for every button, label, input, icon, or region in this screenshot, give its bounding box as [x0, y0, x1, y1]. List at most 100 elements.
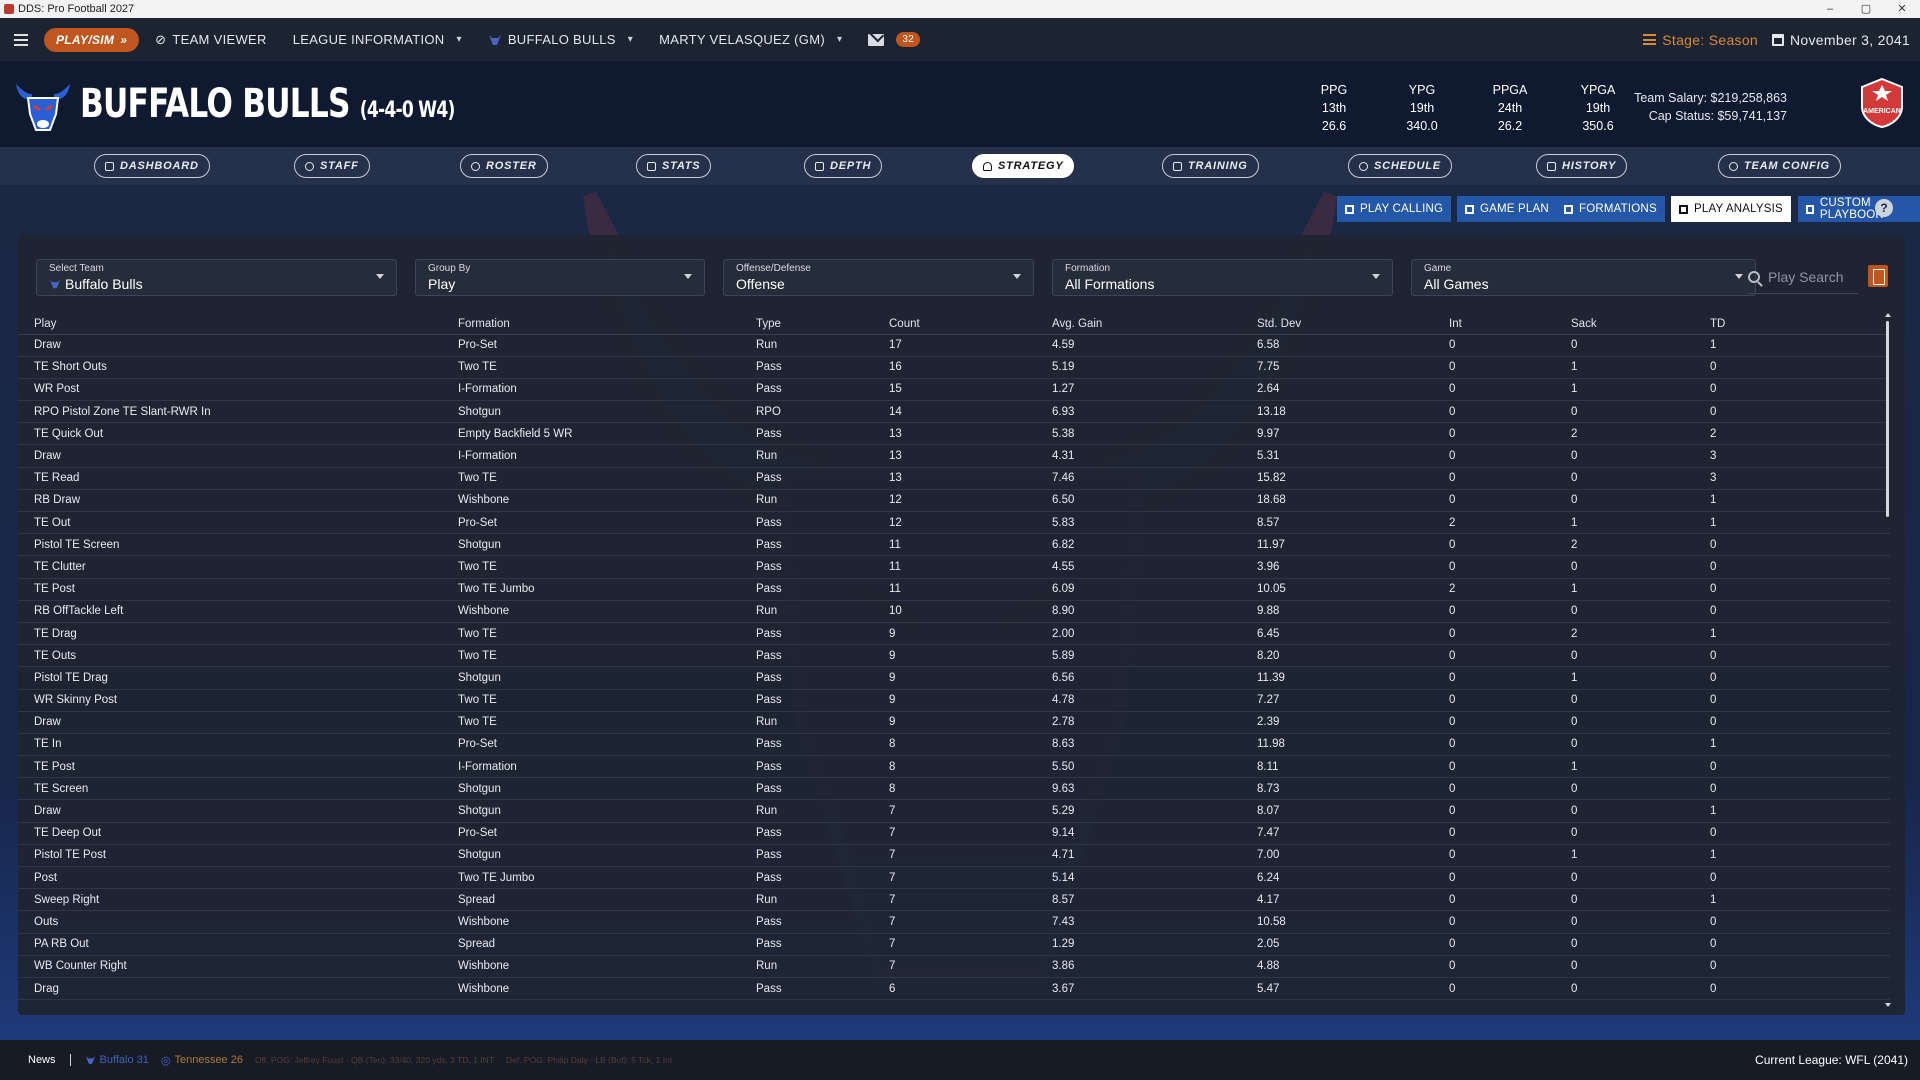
stat-ypga: YPGA 19th 350.6	[1554, 81, 1642, 135]
tab-stats[interactable]: STATS	[636, 154, 712, 178]
cell-play: PA RB Out	[18, 933, 458, 956]
column-header-int[interactable]: Int	[1449, 315, 1571, 335]
team-viewer-link[interactable]: ⊘ TEAM VIEWER	[155, 32, 267, 48]
column-header-count[interactable]: Count	[889, 315, 1052, 335]
table-row[interactable]: TE Quick Out Empty Backfield 5 WR Pass 13 5.…	[18, 422, 1890, 446]
table-row[interactable]: RB Draw Wishbone Run 12 6.50 18.68 0 0 1	[18, 489, 1890, 513]
scroll-down-icon[interactable]	[1885, 1003, 1891, 1007]
cell-avg-gain: 4.59	[1052, 334, 1257, 357]
table-row[interactable]: WR Post I-Formation Pass 15 1.27 2.64 0 1 0	[18, 378, 1890, 402]
table-row[interactable]: Pistol TE Drag Shotgun Pass 9 6.56 11.39 0 1 0	[18, 666, 1890, 690]
cell-formation: Pro-Set	[458, 733, 756, 757]
table-row[interactable]: RPO Pistol Zone TE Slant-RWR In Shotgun RP…	[18, 400, 1890, 424]
cell-avg-gain: 5.89	[1052, 644, 1257, 668]
play-sim-button[interactable]: PLAY/SIM »	[44, 27, 140, 52]
tab-roster[interactable]: ROSTER	[460, 154, 548, 178]
maximize-button[interactable]: ▢	[1848, 0, 1884, 18]
tab-strategy[interactable]: STRATEGY	[972, 154, 1075, 178]
export-icon[interactable]	[1868, 265, 1888, 287]
table-row[interactable]: TE Out Pro-Set Pass 12 5.83 8.57 2 1 1	[18, 511, 1890, 535]
table-row[interactable]: WB Counter Right Wishbone Run 7 3.86 4.88 0 0 0	[18, 955, 1890, 978]
offense-defense-dropdown[interactable]: Offense/Defense Offense	[723, 259, 1034, 296]
league-information-menu[interactable]: LEAGUE INFORMATION ▾	[293, 32, 462, 47]
table-row[interactable]: Pistol TE Post Shotgun Pass 7 4.71 7.00 0 1 1	[18, 844, 1890, 868]
table-row[interactable]: TE In Pro-Set Pass 8 8.63 11.98 0 0 1	[18, 733, 1890, 757]
team-logo-icon: ◎	[160, 1054, 171, 1067]
gm-menu[interactable]: MARTY VELASQUEZ (GM) ▾	[659, 32, 842, 47]
table-row[interactable]: RB OffTackle Left Wishbone Run 10 8.90 9.88 0 0…	[18, 600, 1890, 623]
cell-sack: 0	[1571, 977, 1710, 1001]
subtab-play-calling[interactable]: PLAY CALLING	[1337, 196, 1452, 222]
tab-history[interactable]: HISTORY	[1536, 154, 1628, 178]
table-row[interactable]: TE Read Two TE Pass 13 7.46 15.82 0 0 3	[18, 467, 1890, 490]
tab-staff[interactable]: STAFF	[294, 154, 370, 178]
table-row[interactable]: Draw Two TE Run 9 2.78 2.39 0 0 0	[18, 711, 1890, 734]
column-header-std-dev[interactable]: Std. Dev	[1257, 315, 1449, 335]
stage-indicator[interactable]: Stage: Season	[1643, 32, 1758, 48]
tab-dashboard[interactable]: DASHBOARD	[94, 154, 210, 178]
table-row[interactable]: Sweep Right Spread Run 7 8.57 4.17 0 0 1	[18, 888, 1890, 912]
table-row[interactable]: Post Two TE Jumbo Pass 7 5.14 6.24 0 0 0	[18, 866, 1890, 890]
table-row[interactable]: TE Screen Shotgun Pass 8 9.63 8.73 0 0 0	[18, 777, 1890, 801]
scroll-up-icon[interactable]	[1885, 313, 1891, 317]
menu-icon[interactable]	[14, 33, 28, 46]
minimize-button[interactable]: –	[1812, 0, 1848, 18]
table-row[interactable]: WR Skinny Post Two TE Pass 9 4.78 7.27 0 0 0	[18, 689, 1890, 712]
offensive-pog: Off. POG: Jeffrey Foust - QB (Ten): 33/4…	[254, 1055, 495, 1065]
subtab-play-analysis[interactable]: PLAY ANALYSIS	[1671, 196, 1791, 222]
close-button[interactable]: ✕	[1884, 0, 1920, 18]
cell-type: Pass	[756, 378, 889, 402]
scroll-thumb[interactable]	[1886, 321, 1889, 517]
calendar-date[interactable]: November 3, 2041	[1772, 32, 1910, 48]
cell-formation: Wishbone	[458, 955, 756, 978]
subtab-formations[interactable]: FORMATIONS	[1556, 196, 1665, 222]
table-row[interactable]: TE Clutter Two TE Pass 11 4.55 3.96 0 0 0	[18, 555, 1890, 579]
column-header-type[interactable]: Type	[756, 315, 889, 335]
select-team-dropdown[interactable]: Select Team Buffalo Bulls	[36, 259, 397, 296]
table-row[interactable]: TE Short Outs Two TE Pass 16 5.19 7.75 0 1 0	[18, 356, 1890, 379]
table-row[interactable]: TE Deep Out Pro-Set Pass 7 9.14 7.47 0 0 0	[18, 822, 1890, 845]
table-row[interactable]: Draw Pro-Set Run 17 4.59 6.58 0 0 1	[18, 334, 1890, 357]
table-row[interactable]: Drag Wishbone Pass 6 3.67 5.47 0 0 0	[18, 977, 1890, 1001]
table-row[interactable]: TE Outs Two TE Pass 9 5.89 8.20 0 0 0	[18, 644, 1890, 668]
cell-play: Draw	[18, 444, 458, 468]
cell-int: 0	[1449, 622, 1571, 646]
play-search[interactable]: Play Search	[1748, 260, 1858, 294]
subtab-custom-playbook[interactable]: CUSTOM PLAYBOOK	[1798, 196, 1920, 222]
column-header-td[interactable]: TD	[1710, 315, 1890, 335]
table-row[interactable]: Draw I-Formation Run 13 4.31 5.31 0 0 3	[18, 444, 1890, 468]
table-scrollbar[interactable]	[1885, 313, 1891, 1007]
subtab-game-plan[interactable]: GAME PLAN	[1457, 196, 1557, 222]
group-by-dropdown[interactable]: Group By Play	[415, 259, 705, 296]
search-input[interactable]: Play Search	[1768, 269, 1843, 285]
table-row[interactable]: TE Post Two TE Jumbo Pass 11 6.09 10.05 2 1 0	[18, 578, 1890, 601]
tab-depth[interactable]: DEPTH	[804, 154, 883, 178]
tab-schedule[interactable]: SCHEDULE	[1348, 154, 1452, 178]
cell-sack: 1	[1571, 844, 1710, 868]
team-stats: PPG 13th 26.6 YPG 19th 340.0 PPGA 24th 2…	[1290, 81, 1642, 135]
table-row[interactable]: Draw Shotgun Run 7 5.29 8.07 0 0 1	[18, 799, 1890, 823]
table-row[interactable]: TE Post I-Formation Pass 8 5.50 8.11 0 1 0	[18, 755, 1890, 779]
tab-label: TRAINING	[1188, 160, 1248, 172]
game-dropdown[interactable]: Game All Games	[1411, 259, 1756, 296]
column-header-play[interactable]: Play	[18, 315, 458, 335]
column-header-formation[interactable]: Formation	[458, 315, 756, 335]
cap-status: Cap Status: $59,741,137	[1648, 109, 1787, 123]
column-header-avg-gain[interactable]: Avg. Gain	[1052, 315, 1257, 335]
cell-std-dev: 2.05	[1257, 933, 1449, 956]
news-ticker[interactable]: Buffalo 31 ◎ Tennessee 26 Off. POG: Jeff…	[85, 1054, 672, 1067]
tab-team-config[interactable]: TEAM CONFIG	[1718, 154, 1841, 178]
stat-ppga: PPGA 24th 26.2	[1466, 81, 1554, 135]
table-row[interactable]: Pistol TE Screen Shotgun Pass 11 6.82 11.97 0 2…	[18, 533, 1890, 557]
table-row[interactable]: TE Drag Two TE Pass 9 2.00 6.45 0 2 1	[18, 622, 1890, 646]
cell-std-dev: 15.82	[1257, 467, 1449, 490]
formation-dropdown[interactable]: Formation All Formations	[1052, 259, 1393, 296]
help-icon[interactable]: ?	[1875, 199, 1893, 217]
cell-sack: 1	[1571, 511, 1710, 535]
table-row[interactable]: PA RB Out Spread Pass 7 1.29 2.05 0 0 0	[18, 933, 1890, 956]
table-row[interactable]: Outs Wishbone Pass 7 7.43 10.58 0 0 0	[18, 910, 1890, 934]
mail-button[interactable]: 32	[868, 32, 921, 47]
team-menu[interactable]: BUFFALO BULLS ▾	[488, 32, 633, 47]
column-header-sack[interactable]: Sack	[1571, 315, 1710, 335]
tab-training[interactable]: TRAINING	[1162, 154, 1259, 178]
